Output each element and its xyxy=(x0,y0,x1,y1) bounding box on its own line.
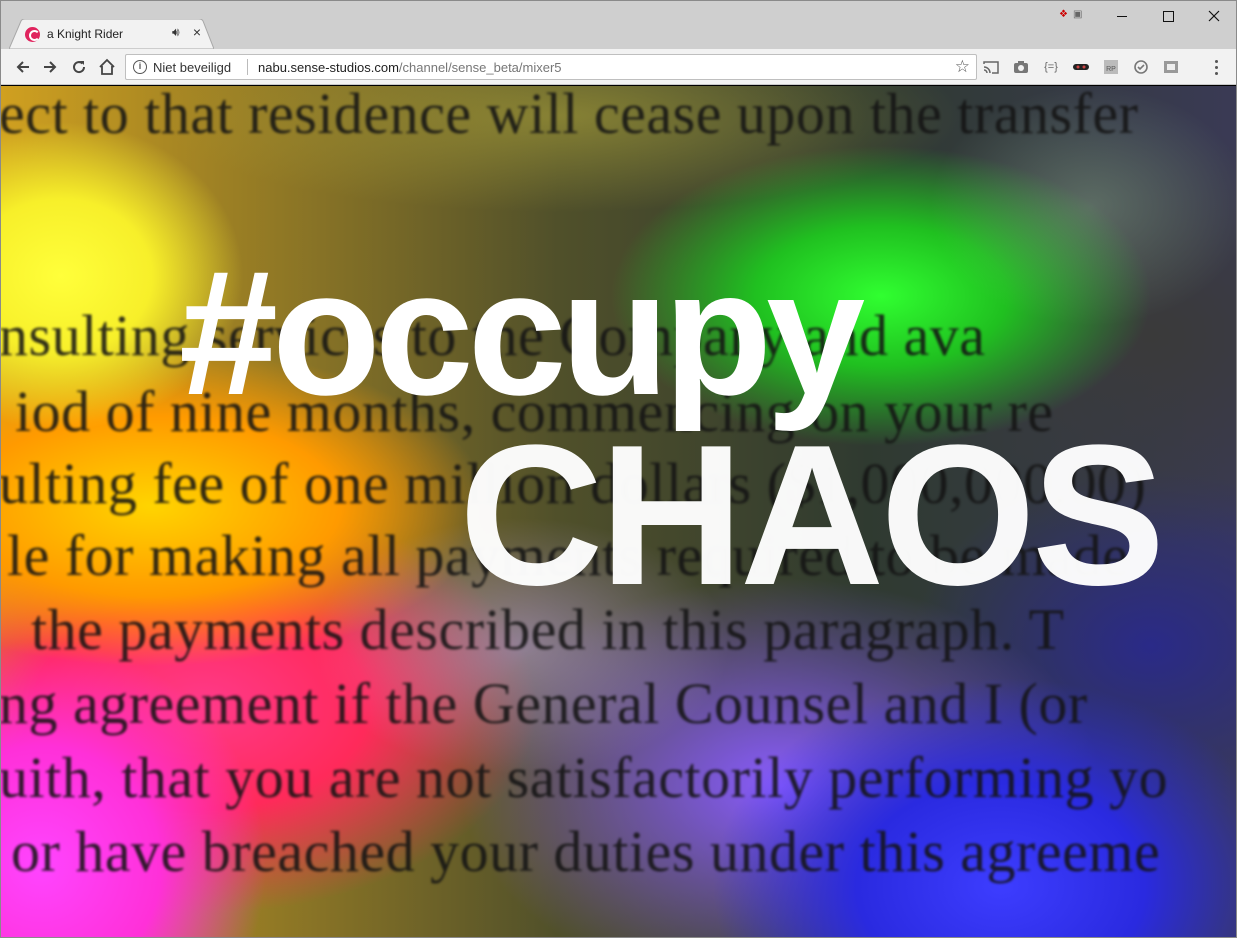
back-button[interactable] xyxy=(11,55,35,79)
occupy-overlay-text: #occupy xyxy=(179,233,865,432)
arrow-left-icon xyxy=(16,61,29,73)
extension-badge-icon[interactable]: ▣ xyxy=(1073,9,1082,20)
title-bar: a Knight Rider 🔊︎ × ❖ ▣ xyxy=(1,1,1236,49)
extension-toolbar: {=} RP xyxy=(981,57,1181,77)
titlebar-extension-icons: ❖ ▣ xyxy=(1059,9,1082,20)
forward-button[interactable] xyxy=(38,55,62,79)
security-label[interactable]: Niet beveiligd xyxy=(153,60,231,75)
info-icon[interactable]: i xyxy=(133,60,147,74)
document-line: or have breached your duties under this … xyxy=(11,819,1161,884)
chaos-overlay-text: CHAOS xyxy=(459,404,1165,627)
reload-icon xyxy=(73,61,86,74)
home-icon xyxy=(99,58,115,75)
document-line: ect to that residence will cease upon th… xyxy=(1,86,1139,146)
cast-icon[interactable] xyxy=(981,57,1001,77)
reload-button[interactable] xyxy=(67,55,91,79)
tab-favicon-icon xyxy=(25,27,40,42)
mixer-canvas[interactable]: ect to that residence will cease upon th… xyxy=(1,86,1236,937)
json-icon[interactable]: {=} xyxy=(1041,57,1061,77)
document-line: ng agreement if the General Counsel and … xyxy=(1,671,1088,736)
svg-text:RP: RP xyxy=(1106,66,1116,73)
speaker-icon[interactable]: 🔊︎ xyxy=(172,25,180,40)
arrow-right-icon xyxy=(44,61,57,73)
url-text[interactable]: nabu.sense-studios.com/channel/sense_bet… xyxy=(258,60,562,75)
url-host: nabu.sense-studios.com xyxy=(258,60,399,75)
camera-icon[interactable] xyxy=(1011,57,1031,77)
url-path: /channel/sense_beta/mixer5 xyxy=(398,60,562,75)
browser-window: a Knight Rider 🔊︎ × ❖ ▣ i Niet beveiligd… xyxy=(0,0,1237,938)
home-button[interactable] xyxy=(95,55,119,79)
mask-icon[interactable] xyxy=(1071,57,1091,77)
bookmark-star-icon[interactable]: ☆ xyxy=(955,57,970,77)
check-icon[interactable] xyxy=(1131,57,1151,77)
maximize-button[interactable] xyxy=(1145,1,1191,31)
browser-tab[interactable]: a Knight Rider 🔊︎ × xyxy=(9,19,214,49)
window-icon[interactable] xyxy=(1161,57,1181,77)
browser-menu-button[interactable] xyxy=(1206,57,1226,77)
omnibox-divider xyxy=(247,59,248,75)
tab-close-button[interactable]: × xyxy=(189,24,205,40)
document-line: uith, that you are not satisfactorily pe… xyxy=(1,745,1169,810)
rp-icon[interactable]: RP xyxy=(1101,57,1121,77)
address-bar[interactable]: i Niet beveiligd nabu.sense-studios.com/… xyxy=(125,54,977,80)
tab-title: a Knight Rider xyxy=(47,27,124,41)
close-icon xyxy=(1208,10,1220,22)
minimize-button[interactable] xyxy=(1099,1,1145,31)
extension-indicator-icon[interactable]: ❖ xyxy=(1059,9,1068,20)
window-close-button[interactable] xyxy=(1191,1,1236,31)
browser-toolbar: i Niet beveiligd nabu.sense-studios.com/… xyxy=(1,49,1236,85)
